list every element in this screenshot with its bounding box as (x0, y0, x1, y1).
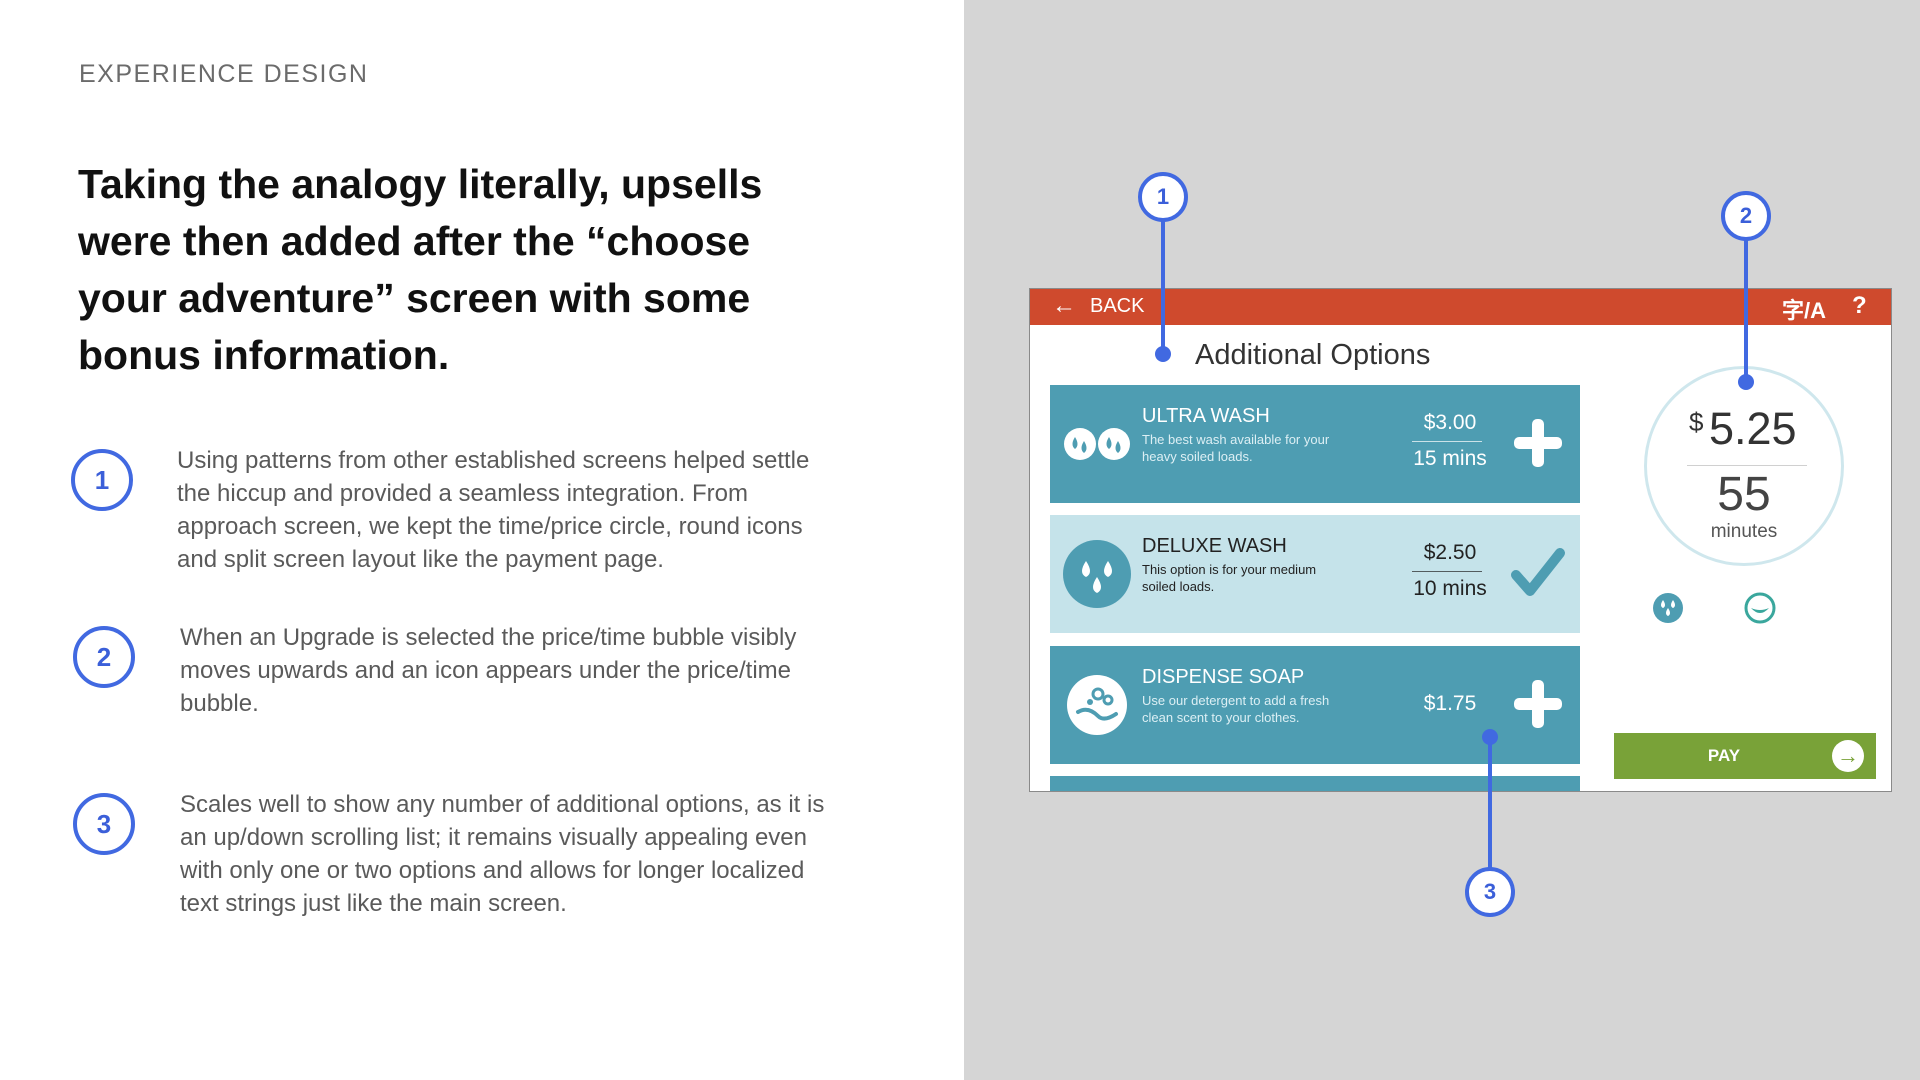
option-description: The best wash available for your heavy s… (1142, 432, 1330, 464)
price-divider (1412, 571, 1482, 572)
bubble-divider (1687, 465, 1807, 466)
point-marker-3: 3 (73, 793, 135, 855)
droplets-badge-icon (1651, 591, 1685, 625)
option-price: $3.00 (1423, 411, 1477, 434)
callout-marker-2: 2 (1721, 191, 1771, 241)
option-time: 15 mins (1413, 447, 1487, 470)
callout-line-2 (1744, 240, 1748, 381)
total-minutes: 55 (1717, 468, 1771, 521)
callout-dot-2 (1738, 374, 1754, 390)
back-arrow-icon: ← (1052, 292, 1076, 319)
triple-droplet-icon (1062, 539, 1132, 609)
price-time-bubble: $ 5.25 55 minutes (1644, 366, 1844, 566)
option-price: $2.50 (1423, 541, 1477, 564)
soap-badge-icon (1743, 591, 1777, 625)
option-deluxe-wash[interactable]: DELUXE WASH This option is for your medi… (1050, 515, 1580, 633)
pay-label: PAY (1707, 746, 1741, 765)
pay-button[interactable]: PAY → (1614, 733, 1876, 779)
translate-icon[interactable]: 字/A (1782, 293, 1826, 325)
options-title: Additional Options (1195, 339, 1431, 371)
help-button[interactable]: ? (1852, 292, 1867, 320)
option-name: DELUXE WASH (1142, 535, 1287, 557)
callout-dot-3 (1482, 729, 1498, 745)
option-description: Use our detergent to add a fresh clean s… (1142, 693, 1330, 725)
option-name: ULTRA WASH (1142, 405, 1270, 427)
kiosk-topbar: ← BACK 字/A ? (1030, 289, 1891, 325)
point-text-3: Scales well to show any number of additi… (180, 791, 825, 917)
back-button[interactable]: ← BACK (1052, 294, 1144, 318)
option-description: This option is for your medium soiled lo… (1142, 562, 1317, 594)
point-marker-2: 2 (73, 626, 135, 688)
arrow-right-icon: → (1832, 740, 1864, 772)
left-panel: EXPERIENCE DESIGN Taking the analogy lit… (0, 0, 964, 1080)
option-time: 10 mins (1413, 577, 1487, 600)
option-dispense-soap[interactable]: DISPENSE SOAP Use our detergent to add a… (1050, 646, 1580, 764)
minutes-unit: minutes (1710, 521, 1778, 542)
callout-dot-1 (1155, 346, 1171, 362)
back-label: BACK (1090, 294, 1145, 317)
option-name: DISPENSE SOAP (1142, 666, 1305, 688)
soap-bubbles-icon (1062, 670, 1132, 740)
currency-symbol: $ (1689, 407, 1704, 437)
option-price: $1.75 (1423, 692, 1477, 715)
add-plus-icon[interactable] (1510, 415, 1566, 471)
option-ultra-wash[interactable]: ULTRA WASH The best wash available for y… (1050, 385, 1580, 503)
callout-line-1 (1161, 221, 1165, 353)
point-marker-1: 1 (71, 449, 133, 511)
point-text-2: When an Upgrade is selected the price/ti… (180, 624, 797, 717)
point-text-1: Using patterns from other established sc… (177, 447, 810, 573)
price-divider (1412, 441, 1482, 442)
page-headline: Taking the analogy literally, upsells we… (78, 161, 763, 378)
checkmark-icon[interactable] (1510, 545, 1566, 601)
total-price: 5.25 (1709, 403, 1797, 454)
add-plus-icon[interactable] (1510, 676, 1566, 732)
callout-marker-1: 1 (1138, 172, 1188, 222)
double-droplet-icon (1062, 409, 1132, 479)
callout-marker-3: 3 (1465, 867, 1515, 917)
section-eyebrow: EXPERIENCE DESIGN (79, 60, 369, 88)
option-next-partial[interactable] (1050, 776, 1580, 791)
kiosk-screen: ← BACK 字/A ? Additional Options ULTRA WA… (1029, 288, 1892, 792)
